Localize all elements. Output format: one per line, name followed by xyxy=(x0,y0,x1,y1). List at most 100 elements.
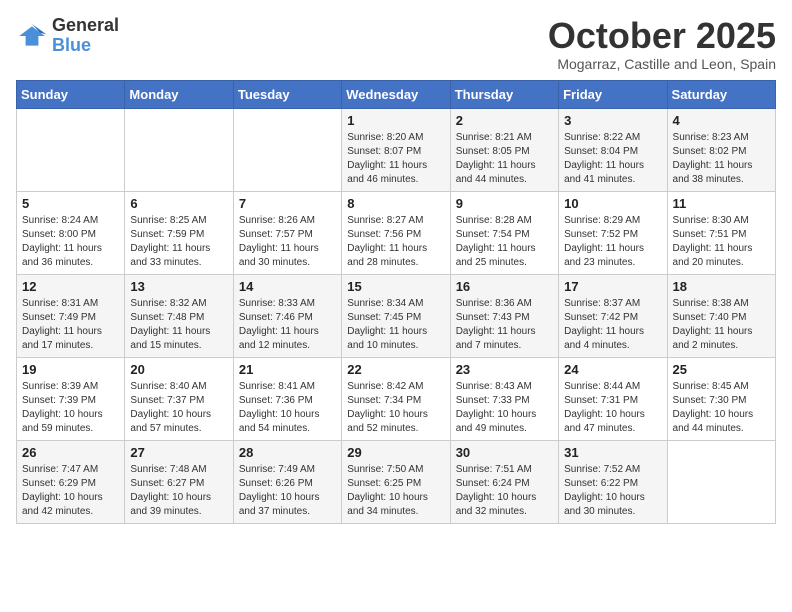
calendar-cell: 14 Sunrise: 8:33 AM Sunset: 7:46 PM Dayli… xyxy=(233,274,341,357)
day-info: Sunrise: 8:23 AM Sunset: 8:02 PM Dayligh… xyxy=(673,131,770,187)
calendar-week-2: 5 Sunrise: 8:24 AM Sunset: 8:00 PM Daylig… xyxy=(17,191,776,274)
day-number: 15 xyxy=(347,279,444,294)
day-number: 13 xyxy=(130,279,227,294)
day-number: 10 xyxy=(564,196,661,211)
day-number: 17 xyxy=(564,279,661,294)
day-number: 2 xyxy=(456,113,553,128)
calendar-cell: 28Sunrise: 7:49 AM Sunset: 6:26 PM Dayli… xyxy=(233,440,341,523)
weekday-header-sunday: Sunday xyxy=(17,80,125,108)
day-number: 5 xyxy=(22,196,119,211)
day-number: 9 xyxy=(456,196,553,211)
calendar-cell: 29Sunrise: 7:50 AM Sunset: 6:25 PM Dayli… xyxy=(342,440,450,523)
weekday-header-tuesday: Tuesday xyxy=(233,80,341,108)
day-number: 11 xyxy=(673,196,770,211)
day-info: Sunrise: 8:36 AM Sunset: 7:43 PM Dayligh… xyxy=(456,297,553,353)
day-number: 8 xyxy=(347,196,444,211)
day-info: Sunrise: 8:25 AM Sunset: 7:59 PM Dayligh… xyxy=(130,214,227,270)
day-number: 25 xyxy=(673,362,770,377)
day-info: Sunrise: 8:34 AM Sunset: 7:45 PM Dayligh… xyxy=(347,297,444,353)
day-info: Sunrise: 8:29 AM Sunset: 7:52 PM Dayligh… xyxy=(564,214,661,270)
calendar-cell: 15 Sunrise: 8:34 AM Sunset: 7:45 PM Dayli… xyxy=(342,274,450,357)
page-header: General Blue October 2025 Mogarraz, Cast… xyxy=(16,16,776,72)
calendar-cell: 30 Sunrise: 7:51 AM Sunset: 6:24 PM Dayli… xyxy=(450,440,558,523)
day-number: 26 xyxy=(22,445,119,460)
day-number: 6 xyxy=(130,196,227,211)
day-info: Sunrise: 8:24 AM Sunset: 8:00 PM Dayligh… xyxy=(22,214,119,270)
day-number: 28 xyxy=(239,445,336,460)
calendar-cell: 9 Sunrise: 8:28 AM Sunset: 7:54 PM Daylig… xyxy=(450,191,558,274)
calendar-cell: 3Sunrise: 8:22 AM Sunset: 8:04 PM Daylig… xyxy=(559,108,667,191)
day-number: 3 xyxy=(564,113,661,128)
calendar-cell: 25 Sunrise: 8:45 AM Sunset: 7:30 PM Dayli… xyxy=(667,357,775,440)
calendar-cell: 10 Sunrise: 8:29 AM Sunset: 7:52 PM Dayli… xyxy=(559,191,667,274)
calendar-cell: 27Sunrise: 7:48 AM Sunset: 6:27 PM Dayli… xyxy=(125,440,233,523)
day-info: Sunrise: 7:50 AM Sunset: 6:25 PM Dayligh… xyxy=(347,463,444,519)
calendar-cell xyxy=(233,108,341,191)
calendar-cell: 18Sunrise: 8:38 AM Sunset: 7:40 PM Dayli… xyxy=(667,274,775,357)
calendar-cell: 13 Sunrise: 8:32 AM Sunset: 7:48 PM Dayli… xyxy=(125,274,233,357)
day-number: 30 xyxy=(456,445,553,460)
calendar-cell: 5 Sunrise: 8:24 AM Sunset: 8:00 PM Daylig… xyxy=(17,191,125,274)
day-number: 16 xyxy=(456,279,553,294)
day-info: Sunrise: 8:39 AM Sunset: 7:39 PM Dayligh… xyxy=(22,380,119,436)
logo-text: General Blue xyxy=(52,16,119,56)
day-number: 18 xyxy=(673,279,770,294)
day-info: Sunrise: 8:27 AM Sunset: 7:56 PM Dayligh… xyxy=(347,214,444,270)
calendar-week-4: 19 Sunrise: 8:39 AM Sunset: 7:39 PM Dayli… xyxy=(17,357,776,440)
day-info: Sunrise: 8:20 AM Sunset: 8:07 PM Dayligh… xyxy=(347,131,444,187)
calendar-week-5: 26 Sunrise: 7:47 AM Sunset: 6:29 PM Dayli… xyxy=(17,440,776,523)
calendar-table: SundayMondayTuesdayWednesdayThursdayFrid… xyxy=(16,80,776,524)
calendar-cell: 7 Sunrise: 8:26 AM Sunset: 7:57 PM Daylig… xyxy=(233,191,341,274)
location: Mogarraz, Castille and Leon, Spain xyxy=(548,56,776,72)
weekday-header-friday: Friday xyxy=(559,80,667,108)
calendar-cell xyxy=(17,108,125,191)
day-number: 27 xyxy=(130,445,227,460)
calendar-cell: 24 Sunrise: 8:44 AM Sunset: 7:31 PM Dayli… xyxy=(559,357,667,440)
logo: General Blue xyxy=(16,16,119,56)
day-number: 19 xyxy=(22,362,119,377)
day-number: 20 xyxy=(130,362,227,377)
day-info: Sunrise: 8:45 AM Sunset: 7:30 PM Dayligh… xyxy=(673,380,770,436)
calendar-cell: 2 Sunrise: 8:21 AM Sunset: 8:05 PM Daylig… xyxy=(450,108,558,191)
day-info: Sunrise: 8:21 AM Sunset: 8:05 PM Dayligh… xyxy=(456,131,553,187)
day-number: 22 xyxy=(347,362,444,377)
calendar-body: 1Sunrise: 8:20 AM Sunset: 8:07 PM Daylig… xyxy=(17,108,776,523)
calendar-cell: 6 Sunrise: 8:25 AM Sunset: 7:59 PM Daylig… xyxy=(125,191,233,274)
weekday-header-thursday: Thursday xyxy=(450,80,558,108)
calendar-header-row: SundayMondayTuesdayWednesdayThursdayFrid… xyxy=(17,80,776,108)
calendar-cell: 8 Sunrise: 8:27 AM Sunset: 7:56 PM Daylig… xyxy=(342,191,450,274)
day-number: 14 xyxy=(239,279,336,294)
calendar-cell: 17Sunrise: 8:37 AM Sunset: 7:42 PM Dayli… xyxy=(559,274,667,357)
day-info: Sunrise: 7:47 AM Sunset: 6:29 PM Dayligh… xyxy=(22,463,119,519)
calendar-cell: 11Sunrise: 8:30 AM Sunset: 7:51 PM Dayli… xyxy=(667,191,775,274)
calendar-cell: 4 Sunrise: 8:23 AM Sunset: 8:02 PM Daylig… xyxy=(667,108,775,191)
day-number: 24 xyxy=(564,362,661,377)
day-info: Sunrise: 8:33 AM Sunset: 7:46 PM Dayligh… xyxy=(239,297,336,353)
title-block: October 2025 Mogarraz, Castille and Leon… xyxy=(548,16,776,72)
weekday-header-saturday: Saturday xyxy=(667,80,775,108)
weekday-header-wednesday: Wednesday xyxy=(342,80,450,108)
day-info: Sunrise: 8:32 AM Sunset: 7:48 PM Dayligh… xyxy=(130,297,227,353)
day-number: 7 xyxy=(239,196,336,211)
calendar-cell: 20 Sunrise: 8:40 AM Sunset: 7:37 PM Dayli… xyxy=(125,357,233,440)
day-info: Sunrise: 8:40 AM Sunset: 7:37 PM Dayligh… xyxy=(130,380,227,436)
calendar-cell: 19 Sunrise: 8:39 AM Sunset: 7:39 PM Dayli… xyxy=(17,357,125,440)
day-info: Sunrise: 8:41 AM Sunset: 7:36 PM Dayligh… xyxy=(239,380,336,436)
calendar-week-3: 12Sunrise: 8:31 AM Sunset: 7:49 PM Dayli… xyxy=(17,274,776,357)
calendar-cell: 1Sunrise: 8:20 AM Sunset: 8:07 PM Daylig… xyxy=(342,108,450,191)
month-title: October 2025 xyxy=(548,16,776,56)
calendar-cell: 12Sunrise: 8:31 AM Sunset: 7:49 PM Dayli… xyxy=(17,274,125,357)
day-info: Sunrise: 8:44 AM Sunset: 7:31 PM Dayligh… xyxy=(564,380,661,436)
day-info: Sunrise: 8:28 AM Sunset: 7:54 PM Dayligh… xyxy=(456,214,553,270)
day-info: Sunrise: 8:26 AM Sunset: 7:57 PM Dayligh… xyxy=(239,214,336,270)
calendar-cell xyxy=(667,440,775,523)
day-info: Sunrise: 8:42 AM Sunset: 7:34 PM Dayligh… xyxy=(347,380,444,436)
day-number: 31 xyxy=(564,445,661,460)
day-info: Sunrise: 7:51 AM Sunset: 6:24 PM Dayligh… xyxy=(456,463,553,519)
calendar-cell: 16 Sunrise: 8:36 AM Sunset: 7:43 PM Dayli… xyxy=(450,274,558,357)
calendar-cell: 21Sunrise: 8:41 AM Sunset: 7:36 PM Dayli… xyxy=(233,357,341,440)
calendar-cell: 23Sunrise: 8:43 AM Sunset: 7:33 PM Dayli… xyxy=(450,357,558,440)
day-number: 12 xyxy=(22,279,119,294)
day-number: 4 xyxy=(673,113,770,128)
calendar-week-1: 1Sunrise: 8:20 AM Sunset: 8:07 PM Daylig… xyxy=(17,108,776,191)
